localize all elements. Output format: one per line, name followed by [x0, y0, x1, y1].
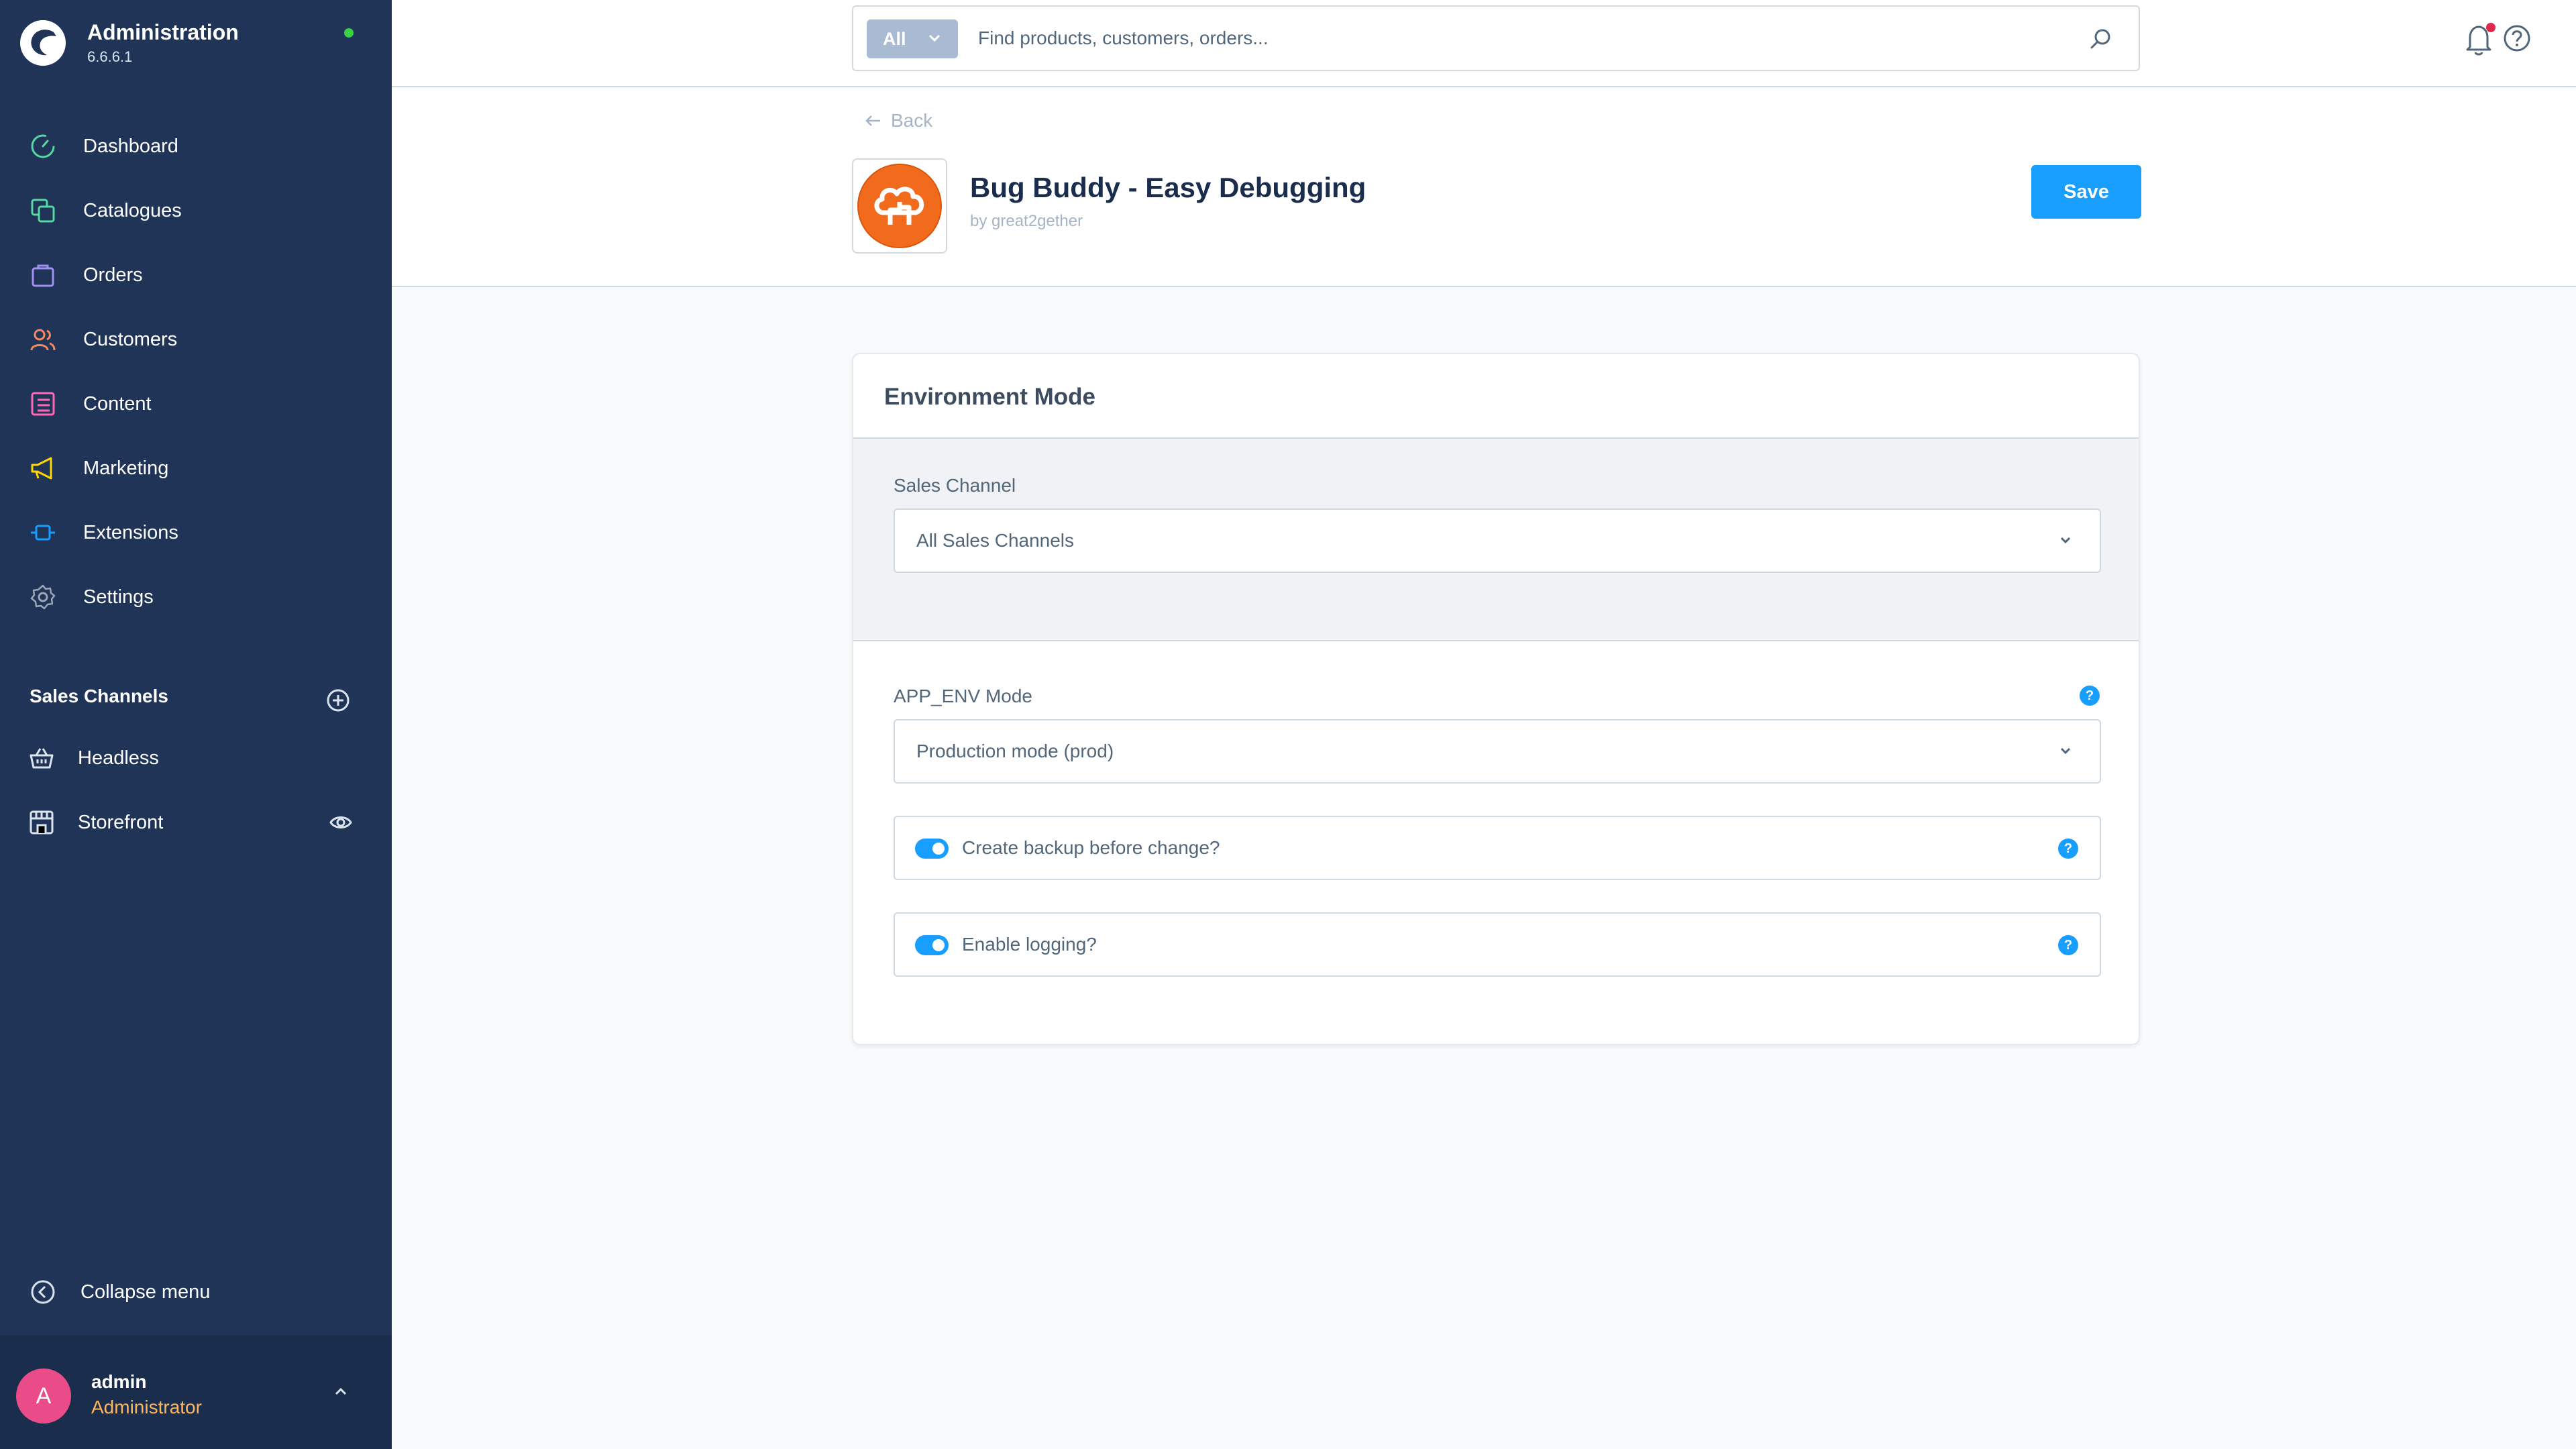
basket-icon	[30, 748, 54, 769]
global-search: All	[852, 5, 2140, 71]
app-env-label: APP_ENV Mode	[894, 686, 1032, 706]
search-icon[interactable]	[2089, 27, 2113, 51]
extensions-icon	[27, 517, 59, 549]
nav-label: Orders	[83, 264, 143, 286]
sales-channel-label: Sales Channel	[894, 475, 1016, 496]
search-input[interactable]	[978, 7, 2051, 70]
user-menu[interactable]: A admin Administrator	[0, 1335, 392, 1449]
catalogue-icon	[27, 195, 59, 227]
online-status-dot	[344, 28, 354, 38]
plugin-title: Bug Buddy - Easy Debugging	[970, 172, 1366, 203]
chevron-down-icon	[2060, 747, 2071, 755]
search-type-dropdown[interactable]: All	[867, 19, 958, 58]
avatar: A	[16, 1368, 71, 1424]
add-sales-channel-icon[interactable]	[325, 687, 352, 714]
nav-label: Marketing	[83, 457, 169, 479]
help-icon[interactable]: ?	[2080, 686, 2100, 706]
sales-channel-item-storefront[interactable]: Storefront	[0, 796, 392, 849]
app-env-select[interactable]: Production mode (prod)	[894, 719, 2101, 784]
help-icon[interactable]	[2502, 23, 2532, 53]
plugin-logo	[852, 158, 947, 254]
user-name: admin	[91, 1371, 147, 1392]
app-version: 6.6.6.1	[87, 48, 133, 65]
nav-item-dashboard[interactable]: Dashboard	[0, 119, 392, 173]
chevron-up-icon[interactable]	[331, 1382, 350, 1401]
sidebar: Administration 6.6.6.1 Dashboard Catalog…	[0, 0, 392, 1449]
sales-channel-label: Headless	[78, 747, 159, 769]
app-title: Administration	[87, 20, 239, 44]
customers-icon	[27, 323, 59, 356]
top-bar: All	[392, 0, 2576, 87]
nav-label: Catalogues	[83, 199, 182, 221]
nav-label: Extensions	[83, 521, 178, 543]
nav-label: Settings	[83, 586, 154, 608]
help-icon[interactable]: ?	[2058, 839, 2078, 859]
nav-item-customers[interactable]: Customers	[0, 313, 392, 366]
help-icon[interactable]: ?	[2058, 935, 2078, 955]
backup-toggle[interactable]	[915, 839, 949, 859]
nav-item-orders[interactable]: Orders	[0, 248, 392, 302]
search-type-label: All	[883, 28, 906, 49]
environment-mode-card: Environment Mode Sales Channel All Sales…	[852, 353, 2140, 1045]
sales-channel-select[interactable]: All Sales Channels	[894, 508, 2101, 573]
bug-buddy-logo-icon	[857, 164, 942, 248]
sales-channel-item-headless[interactable]: Headless	[0, 731, 392, 785]
nav-item-content[interactable]: Content	[0, 377, 392, 431]
chevron-down-icon	[2060, 537, 2071, 544]
settings-icon	[27, 581, 59, 613]
arrow-left-icon	[865, 115, 880, 126]
plugin-author: by great2gether	[970, 212, 1083, 230]
content-icon	[27, 388, 59, 420]
back-label: Back	[891, 110, 933, 131]
eye-icon[interactable]	[329, 810, 353, 835]
shopware-logo-icon[interactable]	[19, 19, 67, 67]
sales-channel-label: Storefront	[78, 811, 164, 833]
nav-label: Customers	[83, 328, 178, 350]
dashboard-icon	[27, 130, 59, 162]
chevron-left-circle-icon	[31, 1280, 55, 1304]
sales-channel-value: All Sales Channels	[916, 530, 1075, 551]
nav-item-catalogues[interactable]: Catalogues	[0, 184, 392, 237]
storefront-icon	[30, 810, 54, 835]
marketing-icon	[27, 452, 59, 484]
notification-badge	[2486, 23, 2496, 32]
backup-label: Create backup before change?	[962, 837, 1220, 858]
app-env-value: Production mode (prod)	[916, 741, 1114, 761]
collapse-menu-button[interactable]: Collapse menu	[0, 1265, 392, 1319]
card-title: Environment Mode	[884, 384, 1096, 410]
sales-channel-section: Sales Channel All Sales Channels	[853, 439, 2139, 641]
chevron-down-icon	[928, 34, 941, 42]
nav-label: Content	[83, 392, 152, 415]
back-link[interactable]: Back	[864, 110, 932, 131]
logging-toggle-field: Enable logging? ?	[894, 912, 2101, 977]
user-role: Administrator	[91, 1397, 202, 1417]
nav-item-marketing[interactable]: Marketing	[0, 441, 392, 495]
backup-toggle-field: Create backup before change? ?	[894, 816, 2101, 880]
nav-item-extensions[interactable]: Extensions	[0, 506, 392, 559]
orders-icon	[27, 259, 59, 291]
sales-channels-heading: Sales Channels	[30, 686, 168, 706]
collapse-menu-label: Collapse menu	[80, 1281, 211, 1303]
logging-label: Enable logging?	[962, 934, 1097, 955]
page-header: Back Bug Buddy - Easy Debugging by great…	[392, 89, 2576, 287]
sidebar-header: Administration 6.6.6.1	[0, 0, 392, 80]
nav-label: Dashboard	[83, 135, 178, 157]
save-button[interactable]: Save	[2031, 165, 2141, 219]
nav-item-settings[interactable]: Settings	[0, 570, 392, 624]
logging-toggle[interactable]	[915, 935, 949, 955]
